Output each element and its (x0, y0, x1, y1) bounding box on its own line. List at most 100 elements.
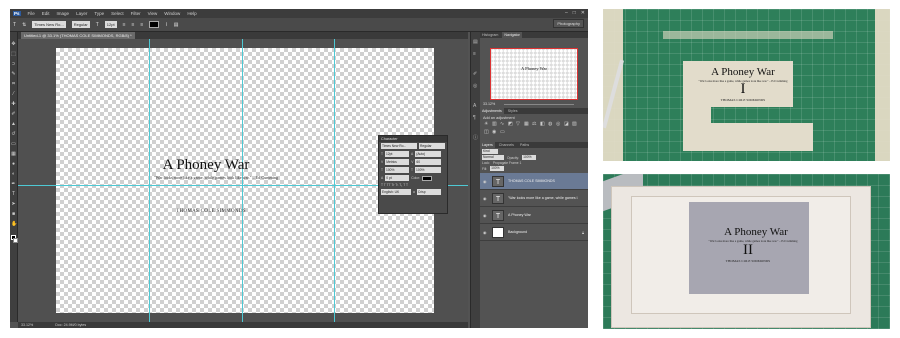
paragraph-panel-icon[interactable]: ¶ (473, 116, 478, 121)
visibility-eye-icon[interactable]: ◉ (483, 196, 488, 201)
color-balance-icon[interactable]: ⚖ (532, 122, 537, 127)
photo-filter-icon[interactable]: ◍ (548, 122, 553, 127)
stamp-tool-icon[interactable]: ▲ (11, 122, 16, 127)
exposure-icon[interactable]: ◩ (508, 122, 513, 127)
vertical-guide[interactable] (242, 39, 243, 322)
visibility-eye-icon[interactable]: ◉ (483, 179, 488, 184)
document-author-text[interactable]: THOMAS COLE SIMMONDS (96, 209, 326, 214)
pen-tool-icon[interactable]: ✒ (11, 182, 16, 187)
char-antialias[interactable]: Crisp (416, 189, 441, 195)
eyedropper-tool-icon[interactable]: ⁄ (11, 92, 16, 97)
char-font-family[interactable]: Times New Ro... (381, 143, 417, 149)
opacity-input[interactable]: 100% (522, 155, 537, 160)
char-language[interactable]: English: UK (381, 189, 411, 195)
lasso-tool-icon[interactable]: ↄ (11, 62, 16, 67)
menu-help[interactable]: Help (187, 11, 196, 16)
char-baseline-shift[interactable]: 0 pt (385, 175, 410, 181)
threshold-icon[interactable]: ◫ (484, 130, 489, 135)
workspace-select[interactable]: Photography (553, 19, 584, 28)
brush-tool-icon[interactable]: ✐ (11, 112, 16, 117)
blur-tool-icon[interactable]: ● (11, 162, 16, 167)
vibrance-icon[interactable]: ▽ (516, 122, 521, 127)
tab-paths[interactable]: Paths (518, 142, 531, 148)
document-tab[interactable]: Untitled-1 @ 33.1% (THOMAS COLE SIMMONDS… (21, 32, 135, 39)
dodge-tool-icon[interactable]: ◐ (11, 172, 16, 177)
document-quote-text[interactable]: "War looks more like a game, while games… (66, 175, 366, 180)
document-title-text[interactable]: A Phoney War (56, 157, 326, 174)
levels-icon[interactable]: ▥ (492, 122, 497, 127)
maximize-button[interactable]: □ (573, 10, 576, 16)
tab-adjustments[interactable]: Adjustments (480, 108, 504, 114)
invert-icon[interactable]: ◪ (564, 122, 569, 127)
layer-name[interactable]: Background (508, 230, 578, 234)
visibility-eye-icon[interactable]: ◉ (483, 230, 488, 235)
char-tracking[interactable]: 60 (415, 159, 442, 165)
marquee-tool-icon[interactable]: ⬚ (11, 52, 16, 57)
doc-size[interactable]: Doc: 24.9M/0 bytes (55, 322, 86, 328)
text-style-buttons[interactable]: T T TT Tr T¹ T₁ T T (381, 183, 408, 187)
tab-layers[interactable]: Layers (480, 142, 495, 148)
panels-toggle-icon[interactable]: ▤ (174, 22, 179, 28)
crop-tool-icon[interactable]: ⌗ (11, 82, 16, 87)
menu-window[interactable]: Window (164, 11, 180, 16)
move-tool-icon[interactable]: ✥ (11, 42, 16, 47)
navigator-zoom-slider[interactable] (504, 104, 574, 105)
layer-row[interactable]: ◉ T "War looks more like a game, while g… (480, 190, 588, 207)
char-font-style[interactable]: Regular (419, 143, 445, 149)
char-color-swatch[interactable] (422, 175, 432, 181)
font-family-select[interactable]: Times New Ro... (32, 21, 66, 28)
warp-text-icon[interactable]: ⌇ (165, 22, 167, 28)
tab-styles[interactable]: Styles (506, 108, 520, 114)
properties-icon[interactable]: ≡ (473, 52, 478, 57)
info-icon[interactable]: ⓘ (473, 136, 478, 141)
hand-tool-icon[interactable]: ✋ (11, 222, 17, 227)
blend-mode-select[interactable]: Normal (482, 155, 504, 160)
black-white-icon[interactable]: ◧ (540, 122, 545, 127)
brightness-icon[interactable]: ☀ (484, 122, 489, 127)
tab-channels[interactable]: Channels (497, 142, 516, 148)
fill-input[interactable]: 100% (490, 166, 505, 171)
layer-name[interactable]: A Phoney War (508, 213, 578, 217)
orientation-icon[interactable]: ⇅ (22, 22, 26, 28)
menu-select[interactable]: Select (111, 11, 124, 16)
align-right-icon[interactable]: ≡ (140, 22, 143, 28)
char-font-size[interactable]: 12pt (385, 151, 410, 157)
navigator-thumbnail[interactable]: A Phoney War (490, 48, 578, 100)
vertical-guide[interactable] (149, 39, 150, 322)
align-center-icon[interactable]: ≡ (131, 22, 134, 28)
menu-file[interactable]: File (28, 11, 35, 16)
char-horizontal-scale[interactable]: 100% (415, 167, 442, 173)
type-tool-icon[interactable]: T (13, 22, 16, 28)
close-button[interactable]: ✕ (581, 10, 585, 16)
font-style-select[interactable]: Regular (71, 21, 90, 28)
menu-layer[interactable]: Layer (76, 11, 87, 16)
navigator-zoom[interactable]: 33.12% (483, 102, 495, 106)
vertical-guide[interactable] (334, 39, 335, 322)
gradient-tool-icon[interactable]: ▦ (11, 152, 16, 157)
minimize-button[interactable]: – (565, 10, 568, 16)
eraser-tool-icon[interactable]: ▭ (11, 142, 16, 147)
align-left-icon[interactable]: ≡ (123, 22, 126, 28)
font-size-select[interactable]: 12pt (104, 21, 117, 28)
menu-edit[interactable]: Edit (42, 11, 50, 16)
layer-row[interactable]: ◉ T THOMAS COLE SIMMONDS (480, 173, 588, 190)
character-panel-icon[interactable]: A (473, 104, 478, 109)
menu-filter[interactable]: Filter (131, 11, 141, 16)
hue-saturation-icon[interactable]: ▦ (524, 122, 529, 127)
layer-kind-filter[interactable]: Kind (482, 149, 498, 154)
history-icon[interactable]: ▤ (473, 40, 478, 45)
selective-color-icon[interactable]: ◉ (492, 130, 497, 135)
layer-row[interactable]: ◉ Background 🔒︎ (480, 224, 588, 241)
char-vertical-scale[interactable]: 100% (385, 167, 410, 173)
healing-tool-icon[interactable]: ✚ (11, 102, 16, 107)
text-color-swatch[interactable] (149, 21, 160, 28)
curves-icon[interactable]: ∿ (500, 122, 505, 127)
zoom-level[interactable]: 33.12% (21, 322, 33, 328)
quick-select-tool-icon[interactable]: ✎ (11, 72, 16, 77)
menu-view[interactable]: View (148, 11, 158, 16)
history-brush-tool-icon[interactable]: ↺ (11, 132, 16, 137)
shape-tool-icon[interactable]: ■ (11, 212, 16, 217)
brush-panel-icon[interactable]: ✐ (473, 72, 478, 77)
layer-row[interactable]: ◉ T A Phoney War (480, 207, 588, 224)
char-leading[interactable]: (Auto) (415, 151, 442, 157)
